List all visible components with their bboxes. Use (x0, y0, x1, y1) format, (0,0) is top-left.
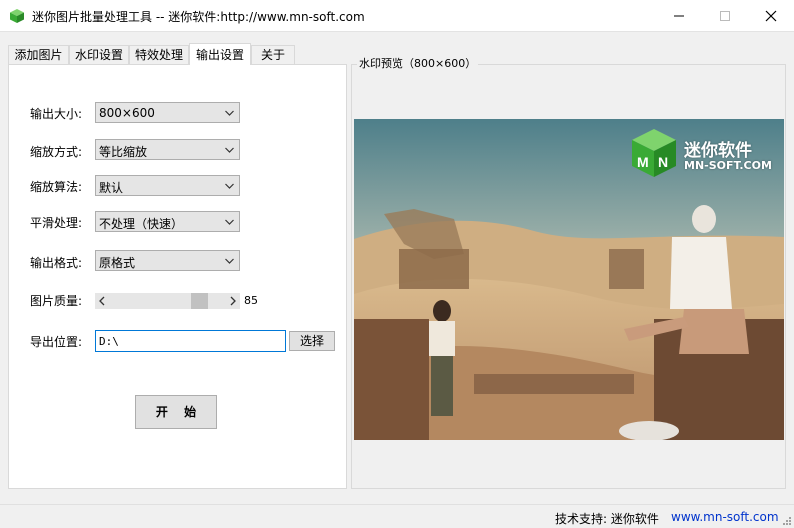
format-select[interactable]: 原格式 (95, 250, 240, 271)
scale-mode-select[interactable]: 等比缩放 (95, 139, 240, 160)
svg-text:M: M (637, 154, 649, 170)
chevron-down-icon (225, 183, 234, 189)
tab-effects[interactable]: 特效处理 (129, 45, 189, 64)
scale-mode-value: 等比缩放 (99, 145, 148, 159)
export-path-input[interactable] (96, 331, 285, 351)
title-bar: 迷你图片批量处理工具 -- 迷你软件:http://www.mn-soft.co… (0, 0, 794, 32)
output-settings-panel: 输出大小: 800×600 缩放方式: 等比缩放 缩放算法: 默认 平滑处理: … (8, 64, 347, 489)
export-label: 导出位置: (30, 335, 83, 349)
preview-caption: 水印预览（800×600） (357, 55, 479, 71)
maximize-button[interactable] (702, 0, 748, 31)
tab-output-settings[interactable]: 输出设置 (189, 43, 251, 65)
slider-thumb[interactable] (191, 293, 208, 309)
mn-soft-logo-icon: M N (632, 129, 676, 177)
output-size-select[interactable]: 800×600 (95, 102, 240, 123)
scale-mode-label: 缩放方式: (30, 145, 83, 159)
watermark-subtext: MN-SOFT.COM (684, 159, 772, 172)
close-button[interactable] (748, 0, 794, 31)
minimize-button[interactable] (656, 0, 702, 31)
format-value: 原格式 (99, 256, 136, 270)
svg-text:N: N (658, 154, 668, 170)
scale-algo-value: 默认 (99, 181, 124, 195)
tab-watermark[interactable]: 水印设置 (69, 45, 129, 64)
chevron-down-icon (225, 219, 234, 225)
chevron-down-icon (225, 147, 234, 153)
quality-slider[interactable] (95, 293, 240, 309)
status-bar: 技术支持: 迷你软件 www.mn-soft.com (0, 504, 794, 528)
preview-image: M N 迷你软件 MN-SOFT.COM (354, 119, 784, 440)
chevron-down-icon (225, 110, 234, 116)
smoothing-label: 平滑处理: (30, 216, 83, 230)
support-label: 技术支持: 迷你软件 (555, 512, 659, 526)
start-button[interactable]: 开 始 (135, 395, 217, 429)
output-size-value: 800×600 (99, 106, 155, 120)
browse-button[interactable]: 选择 (289, 331, 335, 351)
watermark-text: 迷你软件 (684, 141, 752, 161)
support-link[interactable]: www.mn-soft.com (671, 510, 779, 524)
resize-grip-icon[interactable] (782, 516, 792, 526)
smoothing-value: 不处理（快速） (99, 217, 184, 231)
format-label: 输出格式: (30, 256, 83, 270)
tab-about[interactable]: 关于 (251, 45, 295, 64)
quality-value: 85 (244, 294, 258, 307)
chevron-left-icon[interactable] (98, 296, 106, 306)
scale-algo-label: 缩放算法: (30, 180, 83, 194)
chevron-down-icon (225, 258, 234, 264)
window-title: 迷你图片批量处理工具 -- 迷你软件:http://www.mn-soft.co… (32, 10, 365, 24)
scale-algo-select[interactable]: 默认 (95, 175, 240, 196)
chevron-right-icon[interactable] (229, 296, 237, 306)
smoothing-select[interactable]: 不处理（快速） (95, 211, 240, 232)
quality-label: 图片质量: (30, 294, 83, 308)
tab-add-images[interactable]: 添加图片 (8, 45, 69, 64)
output-size-label: 输出大小: (30, 107, 83, 121)
export-path-field[interactable] (95, 330, 286, 352)
app-cube-icon (9, 8, 25, 24)
